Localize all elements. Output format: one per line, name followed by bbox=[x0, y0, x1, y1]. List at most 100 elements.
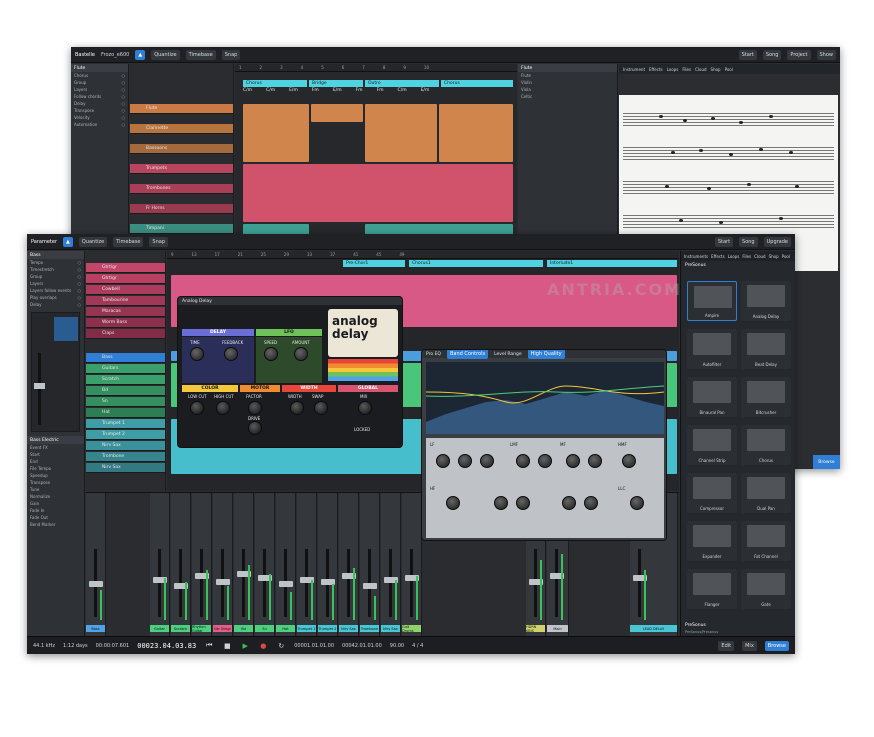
tempo[interactable]: 90.00 bbox=[390, 643, 404, 649]
event-row[interactable]: Event FX bbox=[27, 444, 84, 451]
time-knob[interactable] bbox=[190, 347, 204, 361]
track-header-selected[interactable]: Bass bbox=[86, 353, 165, 363]
timebase-field[interactable]: Timebase bbox=[113, 236, 144, 247]
snap-field[interactable]: Snap bbox=[221, 49, 241, 60]
inspector-row[interactable]: Play overlaps ○ bbox=[27, 294, 84, 301]
browser-item[interactable]: Autofilter bbox=[687, 329, 737, 369]
track-header[interactable]: Claps bbox=[86, 329, 165, 339]
browser-tab[interactable]: Effects bbox=[649, 67, 663, 72]
eq-freq-knob[interactable] bbox=[562, 496, 576, 510]
channel-strip[interactable]: Bd bbox=[234, 493, 254, 636]
event-row[interactable]: Gain bbox=[27, 500, 84, 507]
browser-item[interactable]: Gate bbox=[741, 569, 791, 609]
loop-icon[interactable]: ↻ bbox=[276, 641, 286, 651]
browser-tab[interactable]: Effects bbox=[711, 254, 725, 259]
clip-brass[interactable] bbox=[243, 164, 513, 222]
mix-button[interactable]: Mix bbox=[742, 640, 757, 651]
browser-tab[interactable]: Shop bbox=[711, 67, 721, 72]
start-button[interactable]: Start bbox=[738, 49, 757, 60]
event-row[interactable]: Tune bbox=[27, 486, 84, 493]
channel-strip[interactable]: Scratch bbox=[171, 493, 191, 636]
event-row[interactable]: Normalize bbox=[27, 493, 84, 500]
browser-tab[interactable]: Instrument bbox=[623, 67, 645, 72]
eq-freq-knob[interactable] bbox=[630, 496, 644, 510]
browser-item[interactable]: Fat Channel bbox=[741, 521, 791, 561]
channel-strip[interactable]: Guitar bbox=[150, 493, 170, 636]
event-row[interactable]: Bend Marker bbox=[27, 521, 84, 528]
browser-item[interactable]: Bitcrusher bbox=[741, 377, 791, 417]
record-icon[interactable]: ● bbox=[258, 641, 268, 651]
track-header[interactable]: Hat bbox=[86, 408, 165, 418]
browser-item[interactable]: Ampire bbox=[687, 281, 737, 321]
track-header-trumpets[interactable]: Trumpets bbox=[130, 164, 233, 174]
track-header[interactable]: Nirv Sax bbox=[86, 463, 165, 473]
browser-tab[interactable]: Files bbox=[682, 67, 691, 72]
eq-spectrum-display[interactable] bbox=[425, 362, 665, 434]
event-row[interactable]: File Tempo bbox=[27, 465, 84, 472]
inspector-row[interactable]: Delay ○ bbox=[71, 100, 128, 107]
clip-woodwinds-4[interactable] bbox=[439, 104, 513, 162]
factor-knob[interactable] bbox=[248, 401, 262, 415]
start-button[interactable]: Start bbox=[714, 236, 734, 247]
browser-item[interactable]: Dual Pan bbox=[741, 473, 791, 513]
clip-woodwinds-2[interactable] bbox=[311, 104, 363, 122]
inspector-row[interactable]: Timestretch ○ bbox=[27, 266, 84, 273]
speed-knob[interactable] bbox=[264, 347, 278, 361]
browser-tab[interactable]: Instruments bbox=[684, 254, 708, 259]
event-row[interactable]: Fade In bbox=[27, 507, 84, 514]
eq-freq-knob[interactable] bbox=[446, 496, 460, 510]
browser-item[interactable]: Analog Delay bbox=[741, 281, 791, 321]
loop-end[interactable]: 00042.01.01.00 bbox=[342, 643, 382, 649]
eq-freq-knob[interactable] bbox=[494, 496, 508, 510]
event-row[interactable]: Speedup bbox=[27, 472, 84, 479]
track-header[interactable]: Sn bbox=[86, 397, 165, 407]
inspector-row[interactable]: Delay ○ bbox=[27, 301, 84, 308]
upgrade-button[interactable]: Upgrade bbox=[763, 236, 791, 247]
browse-button[interactable]: Browse bbox=[813, 455, 840, 469]
channel-strip[interactable]: Rhythm Guitar bbox=[192, 493, 212, 636]
play-icon[interactable]: ▶ bbox=[240, 641, 250, 651]
inspector-row[interactable]: Layers follow events ○ bbox=[27, 287, 84, 294]
marker-interlude[interactable]: Interlude1 bbox=[547, 260, 677, 267]
inspector-row[interactable]: Tempo ○ bbox=[27, 259, 84, 266]
arrow-tool-button[interactable]: ▲ bbox=[63, 236, 73, 247]
inspector-fader-cap[interactable] bbox=[34, 383, 45, 389]
browser-item[interactable]: Expander bbox=[687, 521, 737, 561]
editor-item[interactable]: Celtic bbox=[518, 93, 617, 100]
song-button[interactable]: Song bbox=[739, 236, 758, 247]
track-header-flute[interactable]: Flute bbox=[130, 104, 233, 114]
track-header[interactable]: Nirv Sax bbox=[86, 441, 165, 451]
event-row[interactable]: Fade Out bbox=[27, 514, 84, 521]
inspector-row[interactable]: Follow chords ○ bbox=[71, 93, 128, 100]
track-header[interactable]: Scratch bbox=[86, 375, 165, 385]
inspector-row[interactable]: Group ○ bbox=[27, 273, 84, 280]
project-button[interactable]: Project bbox=[787, 49, 811, 60]
browser-tab[interactable]: Cloud bbox=[754, 254, 765, 259]
high-cut-knob[interactable] bbox=[216, 401, 230, 415]
browse-button[interactable]: Browse bbox=[764, 640, 789, 651]
eq-gain-knob[interactable] bbox=[588, 454, 602, 468]
inspector-row[interactable]: Transpose ○ bbox=[71, 107, 128, 114]
track-header[interactable]: Gtrtigr bbox=[86, 274, 165, 284]
drive-knob[interactable] bbox=[248, 421, 262, 435]
browser-item[interactable]: Chorus bbox=[741, 425, 791, 465]
eq-gain-knob[interactable] bbox=[458, 454, 472, 468]
event-row[interactable]: Start bbox=[27, 451, 84, 458]
marker-chorus[interactable]: Chorus1 bbox=[409, 260, 543, 267]
marker-bridge[interactable]: Bridge bbox=[309, 80, 363, 87]
clip-woodwinds-1[interactable] bbox=[243, 104, 309, 162]
snap-field[interactable]: Snap bbox=[149, 236, 169, 247]
arrow-tool-button[interactable]: ▲ bbox=[135, 49, 146, 60]
browser-tab[interactable]: Pool bbox=[725, 67, 733, 72]
loop-start[interactable]: 00001.01.01.00 bbox=[294, 643, 334, 649]
inspector-row[interactable]: Layers ○ bbox=[71, 86, 128, 93]
track-header[interactable]: Trumpet 2 bbox=[86, 430, 165, 440]
browser-tab[interactable]: Loops bbox=[728, 254, 740, 259]
eq-freq-knob[interactable] bbox=[566, 454, 580, 468]
track-header[interactable]: Maracas bbox=[86, 307, 165, 317]
eq-freq-knob[interactable] bbox=[622, 454, 636, 468]
track-header-clarinette[interactable]: Clarinette bbox=[130, 124, 233, 134]
rewind-icon[interactable]: ⏮ bbox=[204, 641, 214, 651]
editor-item[interactable]: Viola bbox=[518, 86, 617, 93]
marker-chorus-2[interactable]: Chorus bbox=[441, 80, 513, 87]
